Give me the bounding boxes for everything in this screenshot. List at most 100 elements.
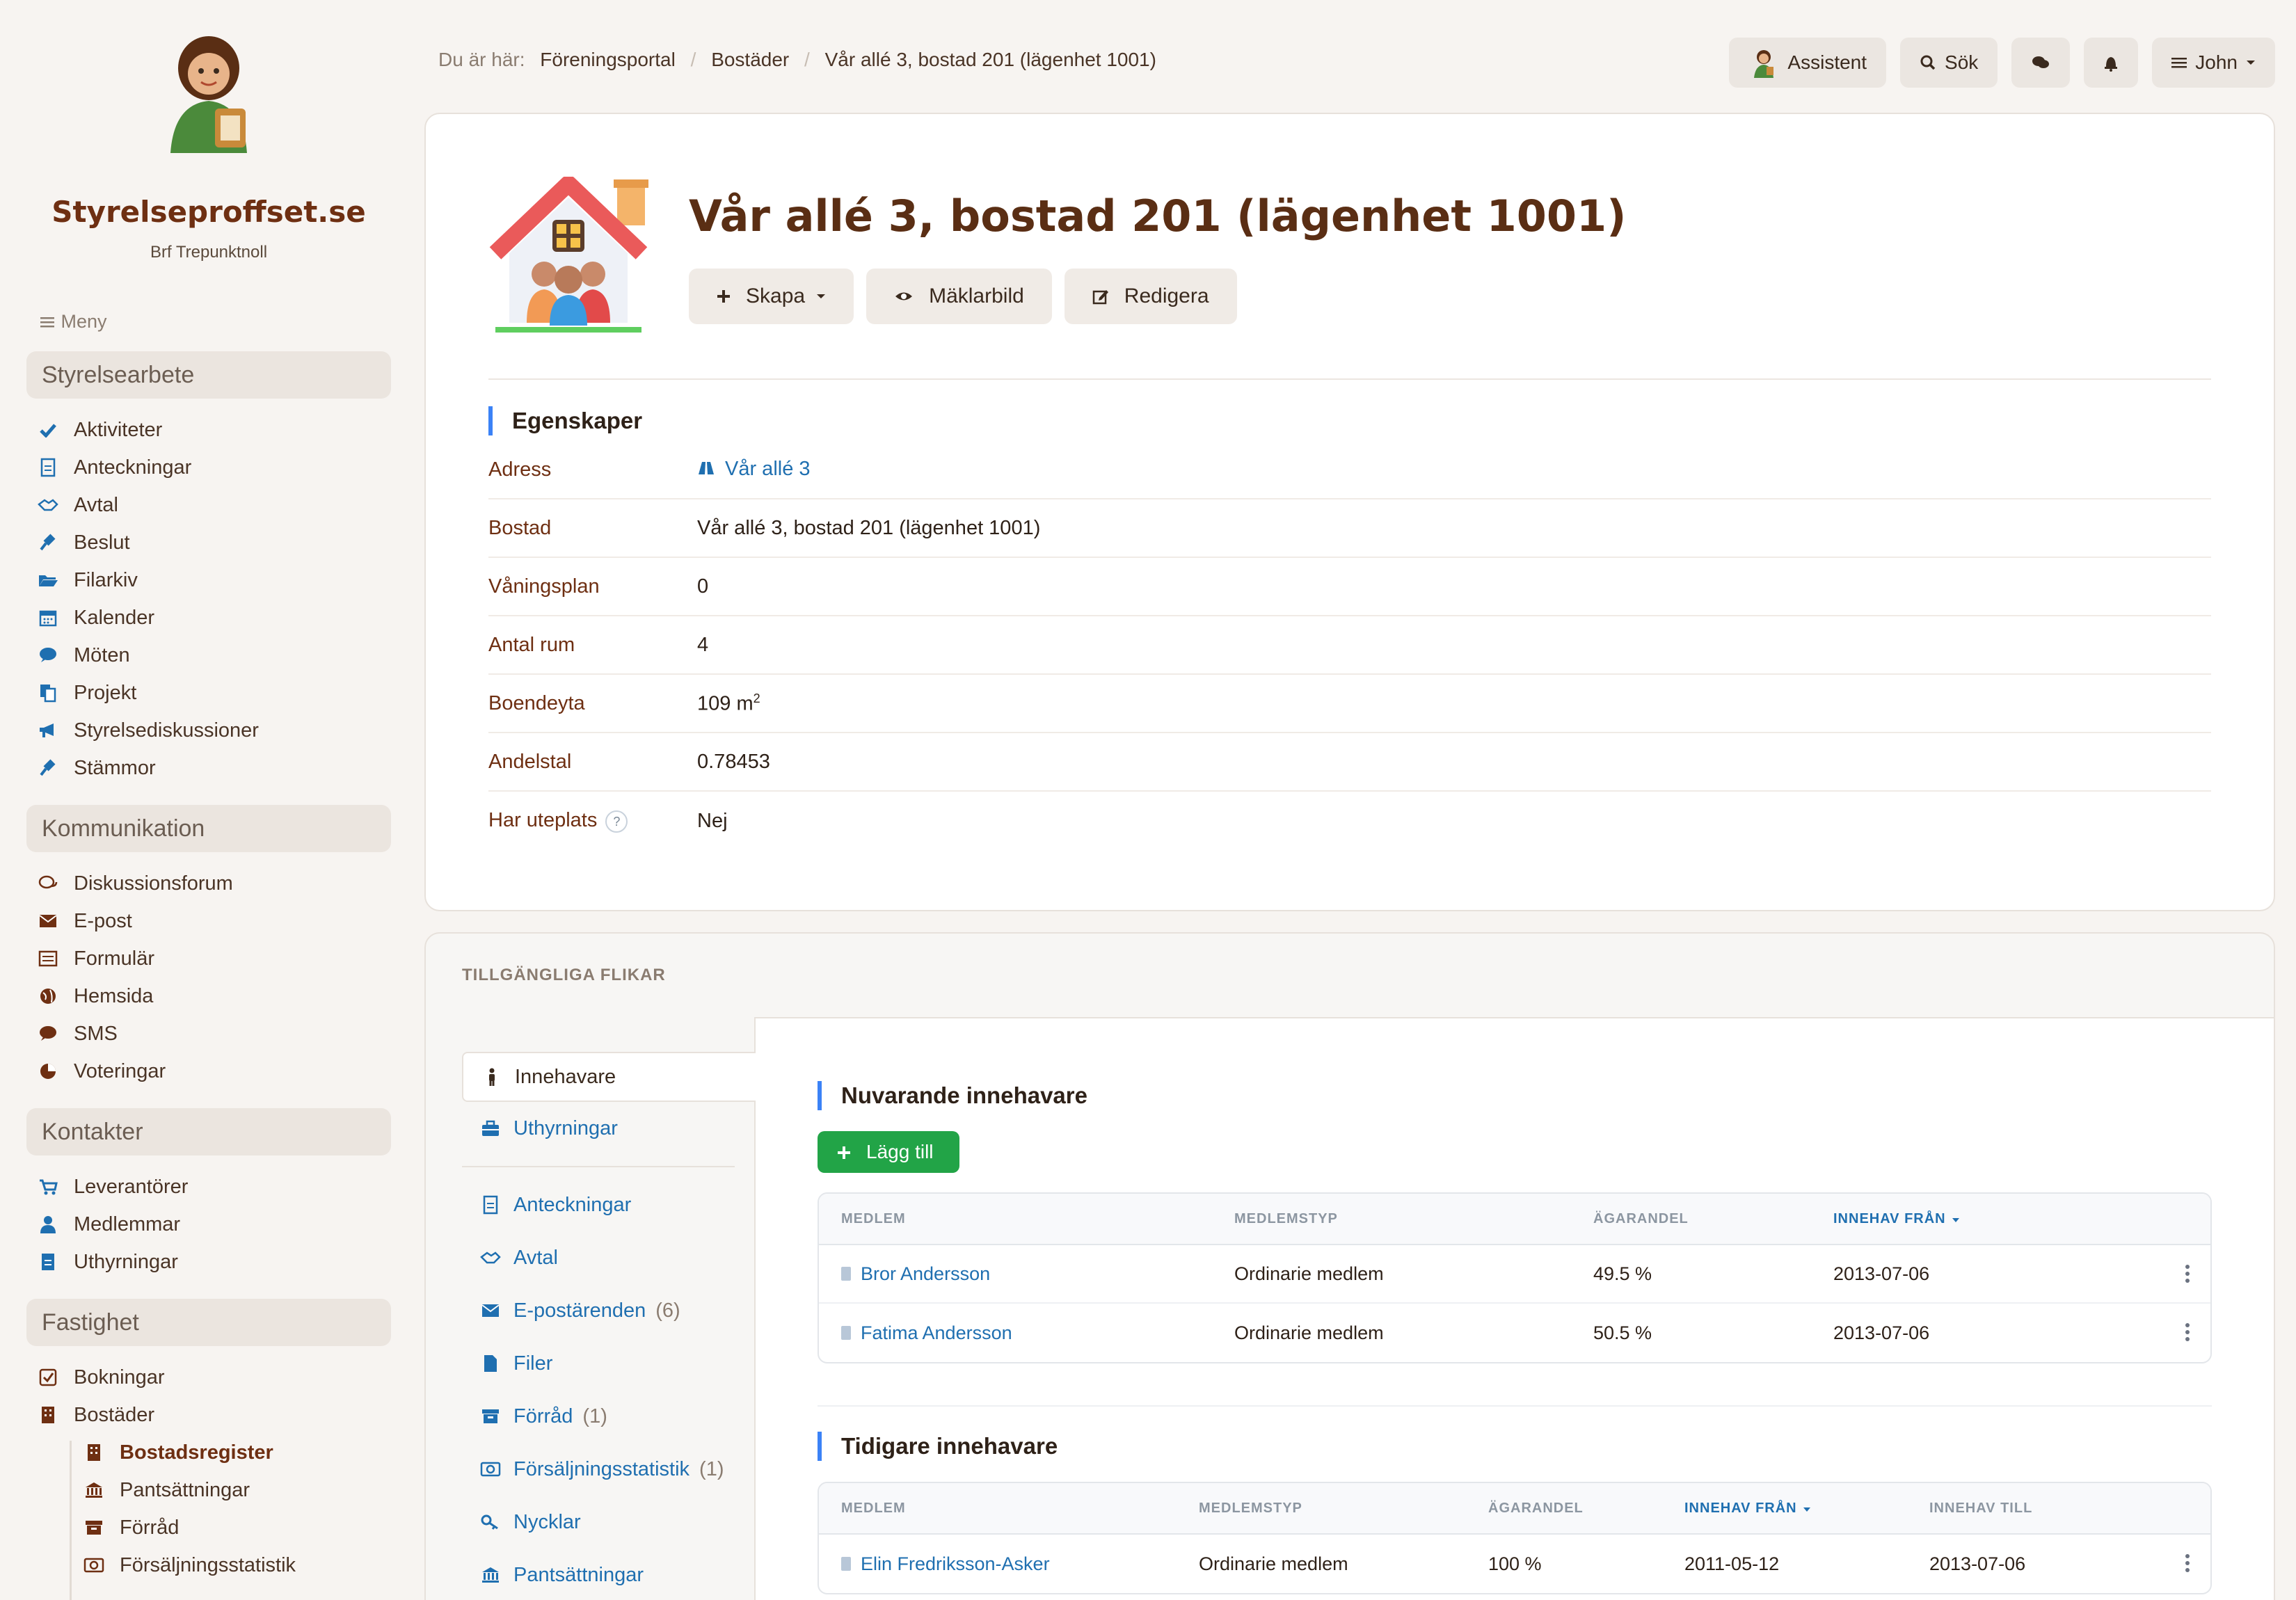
sidebar-item-projekt[interactable]: Projekt [26,674,391,712]
sidebar-item-beslut[interactable]: Beslut [26,524,391,561]
sidebar-subitem-forrad[interactable]: Förråd [26,1509,391,1546]
sidebar-item-medlemmar[interactable]: Medlemmar [26,1206,391,1243]
sidebar-item-stammor[interactable]: Stämmor [26,749,391,787]
section-header[interactable]: Kontakter [26,1108,391,1156]
property-row-address: Adress Vår allé 3 [488,441,2211,499]
column-header-holding-to[interactable]: INNEHAV TILL [1907,1501,2032,1517]
tab-uthyrningar[interactable]: Uthyrningar [462,1102,756,1155]
sidebar-item-avtal[interactable]: Avtal [26,486,391,524]
user-menu-button[interactable]: John [2152,38,2275,88]
create-dropdown-button[interactable]: Skapa [689,269,854,324]
money-icon [83,1555,104,1576]
sidebar-subitem-pantsattningar[interactable]: Pantsättningar [26,1471,391,1509]
member-type: Ordinarie medlem [1234,1263,1384,1284]
file-icon [480,1354,501,1373]
notifications-button[interactable] [2084,38,2139,88]
column-header-member[interactable]: MEDLEM [819,1501,1177,1517]
sidebar-subitem-forsaljningsstatistik[interactable]: Försäljningsstatistik [26,1546,391,1584]
tab-forsaljningsstatistik[interactable]: Försäljningsstatistik (1) [462,1443,756,1496]
column-header-label: INNEHAV FRÅN [1833,1210,1946,1226]
property-key: Boendeyta [488,691,585,714]
gavel-icon [38,758,58,778]
menu-label[interactable]: Meny [26,311,391,333]
help-icon[interactable]: ? [605,810,628,833]
table-row: Elin Fredriksson-Asker Ordinarie medlem … [819,1535,2210,1593]
member-link[interactable]: Elin Fredriksson-Asker [819,1553,1177,1575]
sidebar-item-filarkiv[interactable]: Filarkiv [26,561,391,599]
sidebar-item-leverantorer[interactable]: Leverantörer [26,1168,391,1206]
member-link[interactable]: Fatima Andersson [819,1322,1212,1344]
breadcrumb-item-foreningsportal[interactable]: Föreningsportal [540,49,676,70]
tab-pantsattningar[interactable]: Pantsättningar [462,1549,756,1600]
sidebar-item-voteringar[interactable]: Voteringar [26,1053,391,1090]
sidebar-item-sms[interactable]: SMS [26,1015,391,1053]
section-header[interactable]: Styrelsearbete [26,351,391,399]
tab-nycklar[interactable]: Nycklar [462,1496,756,1549]
tab-filer[interactable]: Filer [462,1337,756,1390]
member-document-icon [841,1267,851,1281]
address-link[interactable]: Vår allé 3 [697,458,811,481]
table-header: MEDLEM MEDLEMSTYP ÄGARANDEL INNEHAV FRÅN [819,1194,2210,1245]
tab-innehavare[interactable]: Innehavare [462,1052,756,1102]
sidebar-item-styrelsediskussioner[interactable]: Styrelsediskussioner [26,712,391,749]
sidebar-subitem-bostadsregister[interactable]: Bostadsregister [26,1434,391,1471]
sidebar-item-label: Försäljningsstatistik [120,1553,296,1576]
property-value: 4 [697,633,709,656]
comment-icon [38,645,58,666]
column-header-share[interactable]: ÄGARANDEL [1466,1501,1662,1517]
search-button[interactable]: Sök [1900,38,1998,88]
mascot-logo-icon [143,35,275,153]
property-value: 0.78453 [697,750,770,773]
section-header[interactable]: Kommunikation [26,805,391,853]
sidebar-item-e-post[interactable]: E-post [26,902,391,940]
column-header-member[interactable]: MEDLEM [819,1211,1212,1227]
search-icon [1920,54,1936,71]
folder-open-icon [38,570,58,591]
tab-forrad[interactable]: Förråd (1) [462,1390,756,1443]
table-header: MEDLEM MEDLEMSTYP ÄGARANDEL INNEHAV FRÅN… [819,1483,2210,1535]
sidebar-item-moten[interactable]: Möten [26,637,391,674]
tab-label: E-postärenden [513,1299,646,1322]
assistant-avatar-icon [1748,47,1779,78]
row-menu-icon[interactable] [2185,1323,2190,1344]
column-header-member-type[interactable]: MEDLEMSTYP [1177,1501,1466,1517]
property-value: 0 [697,575,709,598]
sidebar-item-label: Avtal [74,493,118,516]
ownership-share: 100 % [1488,1553,1542,1574]
sidebar-item-anteckningar[interactable]: Anteckningar [26,449,391,486]
sidebar-item-hemsida[interactable]: Hemsida [26,977,391,1015]
sidebar-item-formular[interactable]: Formulär [26,940,391,977]
tab-anteckningar[interactable]: Anteckningar [462,1178,756,1231]
tab-count: (1) [582,1405,607,1427]
breadcrumb-item-bostader[interactable]: Bostäder [711,49,789,70]
sidebar-item-uthyrningar[interactable]: Uthyrningar [26,1243,391,1281]
sidebar-item-label: Förråd [120,1516,180,1539]
sidebar-item-aktiviteter[interactable]: Aktiviteter [26,411,391,449]
member-link[interactable]: Bror Andersson [819,1263,1212,1285]
column-header-holding-from[interactable]: INNEHAV FRÅN [1811,1211,1960,1227]
sidebar-item-diskussionsforum[interactable]: Diskussionsforum [26,865,391,902]
logo[interactable]: Styrelseproffset.se Brf Trepunktnoll [26,35,391,262]
section-header[interactable]: Fastighet [26,1299,391,1347]
assistant-button[interactable]: Assistent [1729,38,1887,88]
broker-view-button[interactable]: Mäklarbild [866,269,1052,324]
sidebar-item-kalender[interactable]: Kalender [26,599,391,637]
top-toolbar: Assistent Sök John [1729,38,2275,88]
column-header-member-type[interactable]: MEDLEMSTYP [1212,1211,1571,1227]
tab-avtal[interactable]: Avtal [462,1231,756,1284]
sidebar-item-bostader[interactable]: Bostäder [26,1396,391,1434]
tab-label: Pantsättningar [513,1563,644,1586]
row-menu-icon[interactable] [2185,1265,2190,1286]
sidebar-item-bokningar[interactable]: Bokningar [26,1359,391,1396]
search-label: Sök [1945,51,1979,73]
check-icon [38,419,58,440]
column-header-share[interactable]: ÄGARANDEL [1571,1211,1811,1227]
tab-list: Innehavare Uthyrningar Anteckningar Avta… [462,1052,756,1600]
add-owner-button[interactable]: Lägg till [818,1131,959,1173]
column-header-holding-from[interactable]: INNEHAV FRÅN [1662,1501,1907,1517]
edit-button[interactable]: Redigera [1064,269,1237,324]
page-actions: Skapa Mäklarbild Redigera [689,269,1237,324]
row-menu-icon[interactable] [2185,1554,2190,1575]
tab-e-postarenden[interactable]: E-postärenden (6) [462,1284,756,1337]
chat-button[interactable] [2011,38,2071,88]
